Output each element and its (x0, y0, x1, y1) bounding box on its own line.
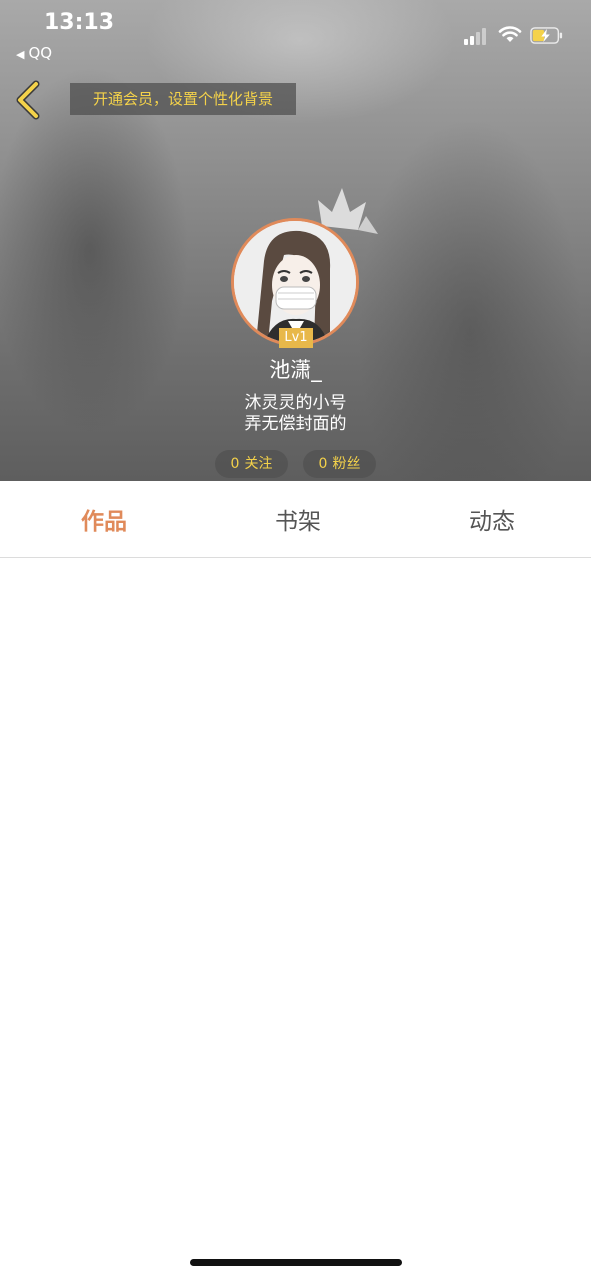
level-badge: Lv1 (279, 328, 313, 348)
following-count: 0 (230, 456, 240, 472)
bio-line-1: 沐灵灵的小号 (244, 393, 347, 413)
following-label: 关注 (244, 456, 273, 472)
status-back-app-label: QQ (28, 44, 53, 62)
vip-background-banner[interactable]: 开通会员，设置个性化背景 (70, 83, 296, 115)
following-button[interactable]: 0 关注 (215, 450, 288, 478)
followers-button[interactable]: 0 粉丝 (303, 450, 376, 478)
avatar-portrait-icon (234, 221, 356, 343)
back-button[interactable] (14, 80, 44, 120)
status-time: 13:13 (44, 10, 115, 35)
profile-header: 13:13 ◀ QQ 开通会员，设置个性化背景 Lv1 池潇_ 沐灵灵的小号 弄… (0, 0, 591, 481)
username: 池潇_ (269, 358, 322, 382)
followers-label: 粉丝 (332, 456, 361, 472)
battery-charging-icon (530, 27, 563, 44)
signal-icon (464, 27, 492, 45)
wifi-icon (498, 26, 522, 42)
back-triangle-icon: ◀ (16, 48, 25, 61)
followers-count: 0 (318, 456, 328, 472)
tab-activity[interactable]: 动态 (432, 481, 552, 557)
tab-content-area (0, 558, 591, 1258)
avatar[interactable] (231, 218, 359, 346)
back-chevron-icon (16, 80, 40, 120)
bio: 沐灵灵的小号 弄无偿封面的 (0, 393, 591, 435)
tab-works[interactable]: 作品 (44, 481, 164, 557)
bio-line-2: 弄无偿封面的 (244, 414, 347, 434)
home-indicator[interactable] (190, 1259, 402, 1266)
tab-bookshelf[interactable]: 书架 (238, 481, 358, 557)
profile-tabs: 作品 书架 动态 (0, 481, 591, 558)
status-back-to-app[interactable]: ◀ QQ (16, 44, 52, 62)
